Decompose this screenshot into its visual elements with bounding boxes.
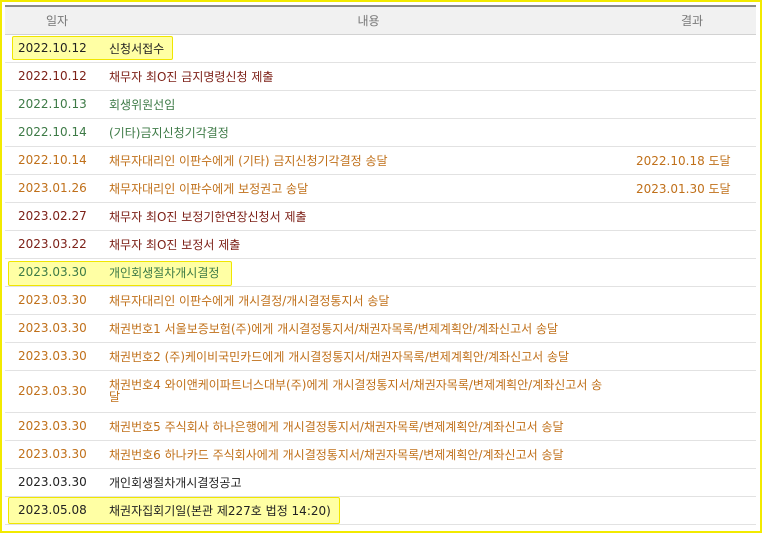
row-date: 2023.05.08: [5, 496, 109, 525]
row-result: 2023.01.30 도달: [628, 174, 756, 203]
row-content: 개인회생절차개시결정공고: [109, 468, 628, 497]
row-result: [628, 342, 756, 371]
row-content: (기타)금지신청기각결정: [109, 118, 628, 147]
row-content: 채권번호5 주식회사 하나은행에게 개시결정통지서/채권자목록/변제계획안/계좌…: [109, 412, 628, 441]
row-content: 채무자 최O진 보정기한연장신청서 제출: [109, 202, 628, 231]
table-row: 2023.02.27 채무자 최O진 보정기한연장신청서 제출: [5, 202, 756, 231]
row-result: [628, 258, 756, 287]
row-content: 채무자대리인 이판수에게 보정권고 송달: [109, 174, 628, 203]
row-content: 채무자대리인 이판수에게 개시결정/개시결정통지서 송달: [109, 286, 628, 315]
table-row: 2023.03.30 채권번호4 와이앤케이파트너스대부(주)에게 개시결정통지서…: [5, 370, 756, 413]
row-date: 2023.03.30: [5, 412, 109, 441]
row-content: 채무자 최O진 보정서 제출: [109, 230, 628, 259]
row-result: [628, 468, 756, 497]
row-result: [628, 62, 756, 91]
table-row: 2023.03.30 채권번호6 하나카드 주식회사에게 개시결정통지서/채권자목…: [5, 440, 756, 469]
row-date: 2023.03.30: [5, 258, 109, 287]
table-row: 2023.01.26 채무자대리인 이판수에게 보정권고 송달 2023.01.30…: [5, 174, 756, 203]
row-date: 2023.02.27: [5, 202, 109, 231]
table-row: 2023.03.30 개인회생절차개시결정: [5, 258, 756, 287]
row-content: 채권자집회기일(본관 제227호 법정 14:20): [109, 496, 628, 525]
column-header-result: 결과: [628, 5, 756, 35]
row-result: [628, 370, 756, 413]
row-date: 2022.10.14: [5, 146, 109, 175]
row-date: 2022.10.13: [5, 90, 109, 119]
table-header-row: 일자 내용 결과: [5, 5, 756, 35]
row-result: [628, 496, 756, 525]
row-date: 2022.10.12: [5, 34, 109, 63]
table-row: 2023.03.30 채권번호2 (주)케이비국민카드에게 개시결정통지서/채권자…: [5, 342, 756, 371]
row-date: 2023.03.30: [5, 342, 109, 371]
row-date: 2022.10.12: [5, 62, 109, 91]
table-row: 2023.03.22 채무자 최O진 보정서 제출: [5, 230, 756, 259]
table-row: 2022.10.13 회생위원선임: [5, 90, 756, 119]
row-date: 2023.03.22: [5, 230, 109, 259]
row-content: 채권번호1 서울보증보험(주)에게 개시결정통지서/채권자목록/변제계획안/계좌…: [109, 314, 628, 343]
row-date: 2023.01.26: [5, 174, 109, 203]
row-content: 채권번호4 와이앤케이파트너스대부(주)에게 개시결정통지서/채권자목록/변제계…: [109, 370, 628, 413]
case-progress-table: 일자 내용 결과 2022.10.12 신청서접수 2022.10.12 채무자 최O…: [5, 5, 756, 525]
row-date: 2023.03.30: [5, 370, 109, 413]
row-result: [628, 412, 756, 441]
table-row: 2022.10.14 채무자대리인 이판수에게 (기타) 금지신청기각결정 송달 2…: [5, 146, 756, 175]
table-row: 2022.10.12 채무자 최O진 금지명령신청 제출: [5, 62, 756, 91]
table-body: 2022.10.12 신청서접수 2022.10.12 채무자 최O진 금지명령신청 …: [5, 34, 756, 525]
row-result: [628, 314, 756, 343]
table-row: 2023.03.30 채무자대리인 이판수에게 개시결정/개시결정통지서 송달: [5, 286, 756, 315]
row-content: 채무자 최O진 금지명령신청 제출: [109, 62, 628, 91]
row-result: [628, 118, 756, 147]
row-result: [628, 230, 756, 259]
row-result: [628, 440, 756, 469]
column-header-content: 내용: [109, 5, 628, 35]
row-content: 채무자대리인 이판수에게 (기타) 금지신청기각결정 송달: [109, 146, 628, 175]
row-content: 채권번호2 (주)케이비국민카드에게 개시결정통지서/채권자목록/변제계획안/계…: [109, 342, 628, 371]
row-date: 2023.03.30: [5, 286, 109, 315]
row-result: 2022.10.18 도달: [628, 146, 756, 175]
table-row: 2023.03.30 채권번호1 서울보증보험(주)에게 개시결정통지서/채권자목…: [5, 314, 756, 343]
row-date: 2023.03.30: [5, 468, 109, 497]
column-header-date: 일자: [5, 5, 109, 35]
table-row: 2022.10.12 신청서접수: [5, 34, 756, 63]
row-content: 회생위원선임: [109, 90, 628, 119]
table-row: 2023.05.08 채권자집회기일(본관 제227호 법정 14:20): [5, 496, 756, 525]
row-content: 채권번호6 하나카드 주식회사에게 개시결정통지서/채권자목록/변제계획안/계좌…: [109, 440, 628, 469]
table-row: 2023.03.30 채권번호5 주식회사 하나은행에게 개시결정통지서/채권자목…: [5, 412, 756, 441]
row-result: [628, 90, 756, 119]
table-row: 2023.03.30 개인회생절차개시결정공고: [5, 468, 756, 497]
table-row: 2022.10.14 (기타)금지신청기각결정: [5, 118, 756, 147]
row-result: [628, 202, 756, 231]
row-date: 2023.03.30: [5, 440, 109, 469]
row-date: 2022.10.14: [5, 118, 109, 147]
row-date: 2023.03.30: [5, 314, 109, 343]
row-content-text: 채권번호4 와이앤케이파트너스대부(주)에게 개시결정통지서/채권자목록/변제계…: [109, 377, 603, 404]
row-result: [628, 286, 756, 315]
row-result: [628, 34, 756, 63]
row-content: 개인회생절차개시결정: [109, 258, 628, 287]
row-content: 신청서접수: [109, 34, 628, 63]
